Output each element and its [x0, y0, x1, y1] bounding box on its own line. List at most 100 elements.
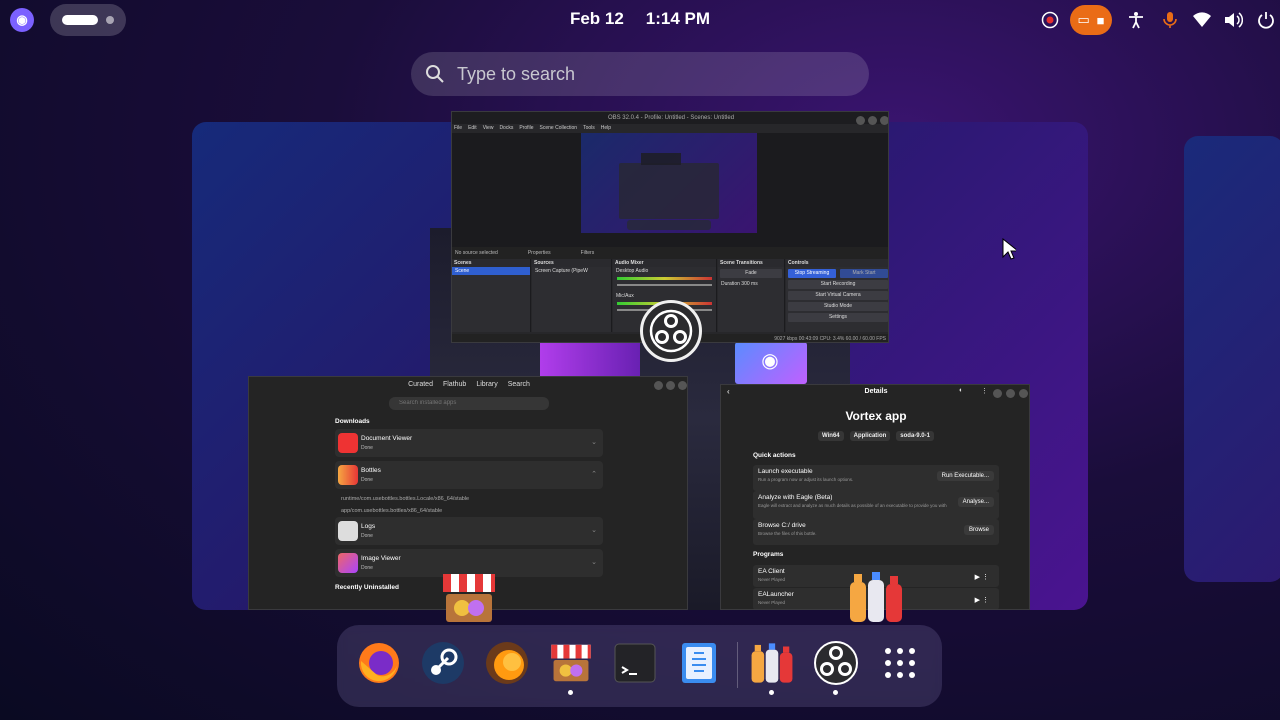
item-name: Bottles — [361, 467, 381, 474]
menu-file[interactable]: File — [454, 125, 462, 133]
minimize-icon[interactable] — [993, 389, 1002, 398]
tab-flathub[interactable]: Flathub — [443, 377, 466, 393]
search-installed-input[interactable] — [389, 397, 549, 410]
image-viewer-icon — [338, 553, 358, 573]
duration-input[interactable]: 300 ms — [741, 281, 757, 287]
wallpaper-glow — [540, 342, 640, 376]
minimize-icon[interactable] — [654, 381, 663, 390]
terminal-icon[interactable] — [612, 640, 658, 686]
text-editor-icon[interactable] — [676, 640, 722, 686]
item-name: Logs — [361, 523, 376, 530]
recording-indicator-icon: ■ — [1096, 12, 1105, 28]
menu-scene-collection[interactable]: Scene Collection — [540, 125, 578, 133]
action-desc: Browse the files of this bottle. — [758, 531, 817, 536]
run-executable-button[interactable]: Run Executable... — [936, 471, 994, 481]
item-status: Done — [361, 477, 373, 483]
sources-header: Sources — [532, 259, 611, 267]
bottles-icon[interactable] — [749, 640, 795, 686]
search-bar[interactable] — [411, 52, 869, 96]
mark-start-button[interactable]: Mark Start — [840, 269, 888, 278]
menu-docks[interactable]: Docks — [499, 125, 513, 133]
chevron-down-icon[interactable]: ⌄ — [591, 558, 597, 566]
minimize-icon[interactable] — [856, 116, 865, 125]
chevron-down-icon[interactable]: ⌄ — [591, 438, 597, 446]
menu-view[interactable]: View — [483, 125, 494, 133]
lutris-icon[interactable] — [484, 640, 530, 686]
scene-item[interactable]: Scene — [452, 267, 530, 275]
list-item[interactable]: Logs Done ⌄ — [335, 517, 603, 545]
menu-icon[interactable]: ⋮ — [981, 387, 988, 395]
microphone-icon[interactable] — [1160, 10, 1180, 30]
search-input[interactable] — [457, 63, 837, 85]
list-item[interactable]: Document Viewer Done ⌄ — [335, 429, 603, 457]
power-icon[interactable] — [1256, 10, 1276, 30]
launch-executable-row[interactable]: Launch executable Run a program now or a… — [753, 465, 999, 491]
maximize-icon[interactable] — [666, 381, 675, 390]
source-info-bar: No source selected Properties Filters — [452, 247, 888, 259]
menu-edit[interactable]: Edit — [468, 125, 477, 133]
duration-label: Duration — [721, 281, 740, 287]
menu-help[interactable]: Help — [601, 125, 611, 133]
start-recording-button[interactable]: Start Recording — [788, 280, 888, 289]
bazaar-app-icon[interactable] — [440, 570, 498, 626]
bottles-app-icon[interactable] — [848, 570, 904, 624]
maximize-icon[interactable] — [1006, 389, 1015, 398]
steam-icon[interactable] — [420, 640, 466, 686]
app-grid-icon[interactable] — [877, 640, 923, 686]
tab-library[interactable]: Library — [476, 377, 497, 393]
bazaar-icon[interactable] — [548, 640, 594, 686]
item-status: Done — [361, 533, 373, 539]
source-item[interactable]: Screen Capture (PipeW — [532, 267, 611, 275]
running-indicator — [833, 690, 838, 695]
cast-indicator[interactable]: ▭ ■ — [1070, 5, 1112, 35]
chevron-up-icon[interactable]: ⌃ — [591, 470, 597, 478]
filters-button[interactable]: Filters — [581, 247, 595, 259]
close-icon[interactable] — [678, 381, 687, 390]
item-status: Done — [361, 445, 373, 451]
play-icon[interactable]: ▶ ⋮ — [975, 596, 989, 604]
workspace-thumbnail-next[interactable] — [1184, 136, 1280, 582]
screen-record-icon[interactable] — [1040, 10, 1060, 30]
item-name: Image Viewer — [361, 555, 401, 562]
close-icon[interactable] — [880, 116, 888, 125]
activities-icon[interactable]: ◉ — [10, 8, 34, 32]
preview-canvas[interactable] — [581, 133, 757, 233]
tab-search[interactable]: Search — [508, 377, 530, 393]
play-icon[interactable]: ▶ ⋮ — [975, 573, 989, 581]
menu-profile[interactable]: Profile — [519, 125, 533, 133]
obs-icon[interactable] — [640, 300, 702, 362]
wifi-icon[interactable] — [1192, 10, 1212, 30]
firefox-icon[interactable] — [356, 640, 402, 686]
stop-streaming-button[interactable]: Stop Streaming — [788, 269, 836, 278]
browse-drive-row[interactable]: Browse C:/ drive Browse the files of thi… — [753, 519, 999, 545]
browse-button[interactable]: Browse — [963, 525, 994, 535]
settings-button[interactable]: Settings — [788, 313, 888, 322]
analyse-button[interactable]: Analyse... — [957, 497, 994, 507]
dock-separator — [737, 642, 738, 688]
run-dropdown-icon[interactable]: ◐ — [959, 387, 963, 394]
start-virtual-camera-button[interactable]: Start Virtual Camera — [788, 291, 888, 300]
logs-icon — [338, 521, 358, 541]
studio-mode-button[interactable]: Studio Mode — [788, 302, 888, 311]
tab-curated[interactable]: Curated — [408, 377, 433, 393]
desktop-audio-slider[interactable] — [617, 284, 712, 286]
analyze-eagle-row[interactable]: Analyze with Eagle (Beta) Eagle will ext… — [753, 491, 999, 519]
search-icon — [426, 65, 444, 83]
menu-bar: File Edit View Docks Profile Scene Colle… — [454, 125, 754, 133]
clock[interactable]: Feb 12 1:14 PM — [560, 9, 720, 31]
accessibility-icon[interactable] — [1126, 10, 1146, 30]
transition-select[interactable]: Fade — [720, 269, 782, 278]
workspace-indicator[interactable] — [50, 4, 126, 36]
close-icon[interactable] — [1019, 389, 1028, 398]
chevron-down-icon[interactable]: ⌄ — [591, 526, 597, 534]
bottle-tags: Win64 Application soda-9.0-1 — [721, 431, 1029, 441]
downloads-header: Downloads — [335, 418, 370, 425]
menu-tools[interactable]: Tools — [583, 125, 595, 133]
obs-dock-icon[interactable] — [813, 640, 859, 686]
no-source-label: No source selected — [455, 250, 498, 256]
list-item[interactable]: Bottles Done ⌃ — [335, 461, 603, 489]
mouse-cursor-icon — [1002, 238, 1016, 260]
volume-icon[interactable] — [1223, 10, 1243, 30]
properties-button[interactable]: Properties — [528, 247, 551, 259]
maximize-icon[interactable] — [868, 116, 877, 125]
